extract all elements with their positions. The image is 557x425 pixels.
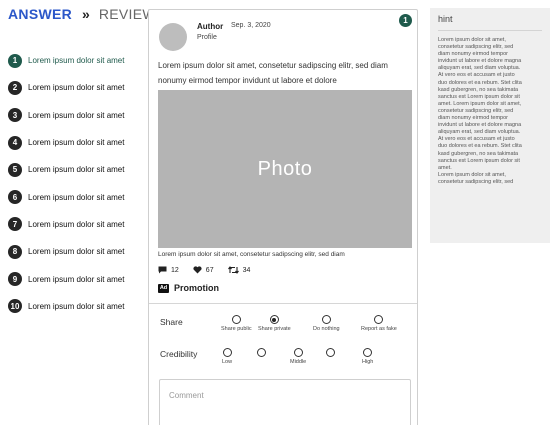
question-label: Lorem ipsum dolor sit amet: [28, 83, 125, 93]
radio-button[interactable]: [257, 348, 266, 357]
share-option-nothing[interactable]: Do nothing: [313, 315, 340, 332]
retweets-stat[interactable]: 34: [227, 266, 251, 274]
question-item[interactable]: 10 Lorem ipsum dolor sit amet: [8, 293, 143, 320]
radio-button[interactable]: [321, 315, 331, 324]
option-label: Share private: [258, 326, 291, 332]
step-number-badge: 10: [8, 299, 22, 314]
question-item[interactable]: 2 Lorem ipsum dolor sit amet: [8, 74, 143, 101]
ad-icon: Ad: [158, 283, 169, 293]
tab-answer[interactable]: ANSWER: [8, 6, 72, 22]
radio-button[interactable]: [326, 348, 335, 357]
radio-button-selected[interactable]: [269, 315, 279, 324]
question-item[interactable]: 3 Lorem ipsum dolor sit amet: [8, 102, 143, 129]
heart-icon: [193, 266, 202, 274]
step-number-badge: 5: [8, 162, 22, 177]
question-number-badge: 1: [399, 14, 412, 27]
post-text: Lorem ipsum dolor sit amet, consetetur s…: [158, 61, 388, 85]
question-label: Lorem ipsum dolor sit amet: [28, 247, 125, 257]
question-item[interactable]: 9 Lorem ipsum dolor sit amet: [8, 265, 143, 292]
option-label: High: [362, 359, 374, 365]
credibility-option-middle[interactable]: Middle: [290, 348, 306, 365]
question-label: Lorem ipsum dolor sit amet: [28, 274, 125, 284]
photo-caption: Lorem ipsum dolor sit amet, consetetur s…: [158, 251, 345, 258]
radio-button[interactable]: [293, 348, 303, 357]
retweet-icon: [227, 266, 239, 274]
divider: [149, 303, 417, 304]
step-header: ANSWER » REVIEW: [8, 6, 156, 22]
comment-icon: [158, 266, 167, 274]
question-label: Lorem ipsum dolor sit amet: [28, 192, 125, 202]
share-label: Share: [160, 317, 183, 327]
share-option-report[interactable]: Report as fake: [361, 315, 397, 332]
step-number-badge: 9: [8, 272, 22, 287]
option-label: Low: [222, 359, 233, 365]
radio-button[interactable]: [374, 315, 384, 324]
question-list: 1 Lorem ipsum dolor sit amet 2 Lorem ips…: [8, 47, 143, 320]
post-card: 1 Author Sep. 3, 2020 Profile Lorem ipsu…: [148, 9, 418, 425]
step-number-badge: 1: [8, 53, 22, 68]
post-date: Sep. 3, 2020: [231, 22, 271, 29]
comment-field[interactable]: Comment: [159, 379, 411, 425]
hint-title: hint: [438, 14, 542, 31]
step-number-badge: 2: [8, 80, 22, 95]
post-photo: Photo: [158, 90, 412, 248]
comment-placeholder: Comment: [169, 391, 204, 400]
question-label: Lorem ipsum dolor sit amet: [28, 138, 125, 148]
option-label: Middle: [290, 359, 307, 365]
question-label: Lorem ipsum dolor sit amet: [28, 56, 125, 66]
hint-body: Lorem ipsum dolor sit amet, consetetur s…: [438, 37, 522, 185]
credibility-option-high[interactable]: High: [362, 348, 373, 365]
author-profile: Profile: [197, 34, 217, 41]
question-item[interactable]: 5 Lorem ipsum dolor sit amet: [8, 156, 143, 183]
author-name: Author: [197, 22, 224, 31]
credibility-label: Credibility: [160, 349, 198, 359]
step-number-badge: 8: [8, 244, 22, 259]
credibility-option-low[interactable]: Low: [222, 348, 232, 365]
promotion-tag: Ad Promotion: [158, 283, 219, 293]
step-number-badge: 7: [8, 217, 22, 232]
radio-button[interactable]: [231, 315, 241, 324]
photo-placeholder-label: Photo: [257, 157, 313, 180]
comments-stat[interactable]: 12: [158, 266, 179, 274]
option-label: Report as fake: [361, 326, 397, 332]
likes-count: 67: [205, 266, 214, 274]
avatar: [159, 23, 187, 51]
question-item[interactable]: 6 Lorem ipsum dolor sit amet: [8, 183, 143, 210]
option-label: Do nothing: [313, 326, 340, 332]
question-item[interactable]: 1 Lorem ipsum dolor sit amet: [8, 47, 143, 74]
share-option-public[interactable]: Share public: [221, 315, 252, 332]
option-label: Share public: [221, 326, 252, 332]
share-option-private[interactable]: Share private: [258, 315, 291, 332]
credibility-option-2[interactable]: [257, 348, 266, 357]
comments-count: 12: [171, 266, 179, 274]
radio-button[interactable]: [222, 348, 232, 357]
retweets-count: 34: [242, 266, 251, 274]
question-item[interactable]: 4 Lorem ipsum dolor sit amet: [8, 129, 143, 156]
credibility-option-4[interactable]: [326, 348, 335, 357]
likes-stat[interactable]: 67: [193, 266, 214, 274]
question-label: Lorem ipsum dolor sit amet: [28, 110, 125, 120]
radio-button[interactable]: [363, 348, 373, 357]
promotion-label: Promotion: [174, 283, 219, 293]
question-label: Lorem ipsum dolor sit amet: [28, 219, 125, 229]
question-label: Lorem ipsum dolor sit amet: [28, 165, 125, 175]
step-number-badge: 4: [8, 135, 22, 150]
double-chevron-right-icon: »: [82, 6, 90, 22]
question-item[interactable]: 7 Lorem ipsum dolor sit amet: [8, 211, 143, 238]
question-label: Lorem ipsum dolor sit amet: [28, 301, 125, 311]
hint-panel: hint Lorem ipsum dolor sit amet, consete…: [430, 8, 550, 243]
step-number-badge: 3: [8, 108, 22, 123]
engagement-stats: 12 67 34: [158, 266, 250, 274]
question-item[interactable]: 8 Lorem ipsum dolor sit amet: [8, 238, 143, 265]
step-number-badge: 6: [8, 190, 22, 205]
